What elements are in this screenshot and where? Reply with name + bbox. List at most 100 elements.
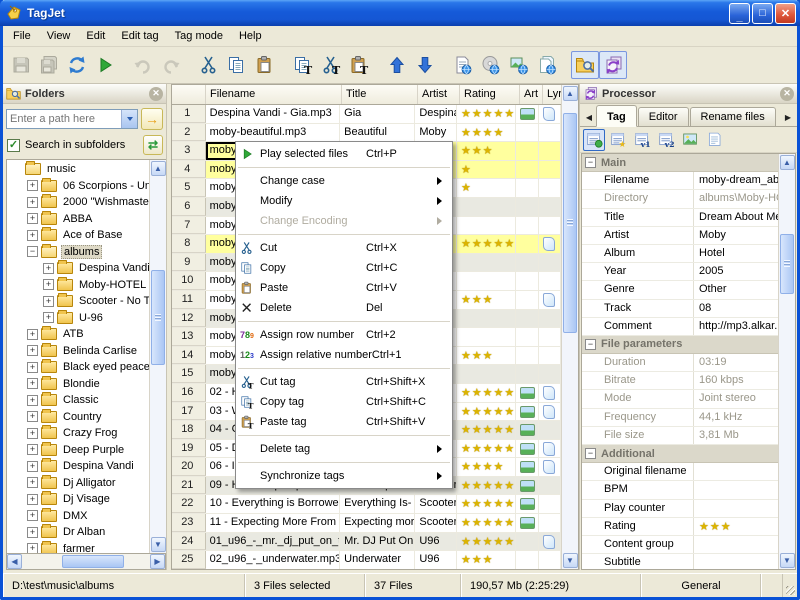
processor-panel-toggle-icon[interactable] <box>599 51 627 79</box>
cell-ar[interactable]: U96 <box>415 551 457 569</box>
cell-lyr[interactable] <box>539 142 561 160</box>
context-menu-item-paste-tag[interactable]: TPaste tagCtrl+Shift+V <box>236 412 452 432</box>
cell-art[interactable] <box>516 495 539 513</box>
tree-expander-icon[interactable]: + <box>27 444 38 455</box>
list-vertical-scrollbar[interactable]: ▲ ▼ <box>561 85 578 569</box>
cell-rt[interactable]: ★★★ <box>457 142 516 160</box>
tree-expander-icon[interactable]: + <box>27 378 38 389</box>
cell-art[interactable] <box>516 235 539 253</box>
cell-lyr[interactable] <box>539 384 561 402</box>
paste-icon[interactable] <box>251 51 279 79</box>
property-value[interactable]: ★★★ <box>694 518 778 535</box>
play-icon[interactable] <box>91 51 119 79</box>
property-value[interactable] <box>694 536 778 553</box>
tree-vertical-scrollbar[interactable]: ▲ ▼ <box>149 160 166 553</box>
tree-item-despina-vandi[interactable]: +Despina Vandi <box>7 260 149 277</box>
cell-rt[interactable]: ★ <box>457 179 516 197</box>
cell-ar[interactable]: Despina <box>415 105 457 123</box>
cell-rt[interactable]: ★★★★★ <box>457 235 516 253</box>
cell-art[interactable] <box>516 551 539 569</box>
web-art-icon[interactable] <box>505 51 533 79</box>
cell-rt[interactable]: ★★★★★ <box>457 105 516 123</box>
cell-rt[interactable]: ★★★★★ <box>457 421 516 439</box>
cell-art[interactable] <box>516 217 539 235</box>
tag-v1-icon[interactable]: v1 <box>631 129 653 151</box>
cell-ti[interactable]: Mr. DJ Put On <box>340 533 415 551</box>
cell-lyr[interactable] <box>539 272 561 290</box>
processor-panel-close-icon[interactable]: ✕ <box>780 87 794 101</box>
lyrics-icon[interactable] <box>703 129 725 151</box>
cell-art[interactable] <box>516 440 539 458</box>
cell-rt[interactable]: ★★★★★ <box>457 514 516 532</box>
cell-rt[interactable]: ★★★ <box>457 551 516 569</box>
property-value[interactable]: Dream About Me <box>694 209 778 226</box>
cell-art[interactable] <box>516 458 539 476</box>
tree-item-despina-vandi[interactable]: +Despina Vandi <box>7 458 149 475</box>
cell-ar[interactable]: Scooter <box>415 514 457 532</box>
cell-rt[interactable]: ★★★★★ <box>457 533 516 551</box>
tree-item-farmer[interactable]: +farmer <box>7 541 149 554</box>
cell-art[interactable] <box>516 347 539 365</box>
cell-ar[interactable]: Moby <box>415 124 457 142</box>
maximize-button[interactable]: □ <box>752 3 773 24</box>
cell-lyr[interactable] <box>539 235 561 253</box>
property-value[interactable]: Other <box>694 281 778 298</box>
scroll-down-icon[interactable]: ▼ <box>563 553 578 568</box>
cell-rt[interactable] <box>457 328 516 346</box>
tree-expander-icon[interactable]: + <box>27 197 38 208</box>
close-button[interactable]: ✕ <box>775 3 796 24</box>
cell-rt[interactable]: ★ <box>457 161 516 179</box>
tree-expander-icon[interactable]: + <box>27 395 38 406</box>
context-menu-item-change-case[interactable]: Change case <box>236 171 452 191</box>
cell-rt[interactable] <box>457 272 516 290</box>
tree-item-belinda-carlise[interactable]: +Belinda Carlise <box>7 343 149 360</box>
scroll-down-icon[interactable]: ▼ <box>780 553 795 568</box>
cell-rt[interactable]: ★★★ <box>457 291 516 309</box>
cell-rt[interactable]: ★★★★★ <box>457 440 516 458</box>
cell-art[interactable] <box>516 105 539 123</box>
tree-item-abba[interactable]: +ABBA <box>7 211 149 228</box>
property-value[interactable]: Joint stereo <box>694 390 778 407</box>
tree-item-u-96[interactable]: +U-96 <box>7 310 149 327</box>
cell-lyr[interactable] <box>539 179 561 197</box>
cell-ar[interactable]: U96 <box>415 533 457 551</box>
property-value[interactable] <box>694 554 778 569</box>
context-menu-item-assign-relative-number[interactable]: 123Assign relative numberCtrl+1 <box>236 345 452 365</box>
tree-item-atb[interactable]: +ATB <box>7 326 149 343</box>
copy-icon[interactable] <box>223 51 251 79</box>
context-menu-item-copy-tag[interactable]: TCopy tagCtrl+Shift+C <box>236 392 452 412</box>
cell-fn[interactable]: 10 - Everything is Borrowed.n <box>206 495 341 513</box>
grid-scroll-thumb[interactable] <box>780 234 794 294</box>
cell-lyr[interactable] <box>539 291 561 309</box>
cell-lyr[interactable] <box>539 533 561 551</box>
cell-lyr[interactable] <box>539 217 561 235</box>
cell-lyr[interactable] <box>539 477 561 495</box>
tab-rename-files[interactable]: Rename files <box>690 107 776 126</box>
column-header-artist[interactable]: Artist <box>418 85 460 104</box>
cell-art[interactable] <box>516 198 539 216</box>
cell-lyr[interactable] <box>539 458 561 476</box>
group-collapse-icon[interactable]: − <box>585 339 596 350</box>
path-input[interactable] <box>7 111 121 127</box>
cell-lyr[interactable] <box>539 365 561 383</box>
group-collapse-icon[interactable]: − <box>585 157 596 168</box>
property-value[interactable]: 3,81 Mb <box>694 427 778 444</box>
tree-expander-icon[interactable]: + <box>27 230 38 241</box>
cell-ti[interactable]: Beautiful <box>340 124 415 142</box>
folders-panel-toggle-icon[interactable] <box>571 51 599 79</box>
path-dropdown-icon[interactable] <box>121 110 137 128</box>
tree-item-dmx[interactable]: +DMX <box>7 508 149 525</box>
tree-expander-icon[interactable]: + <box>27 510 38 521</box>
cell-lyr[interactable] <box>539 105 561 123</box>
property-value[interactable] <box>694 481 778 498</box>
tree-expander-icon[interactable]: + <box>27 329 38 340</box>
menu-item-view[interactable]: View <box>39 27 79 45</box>
context-menu-item-modify[interactable]: Modify <box>236 191 452 211</box>
menu-item-help[interactable]: Help <box>231 27 270 45</box>
property-group-main[interactable]: −Main <box>582 154 778 172</box>
tree-item-dr-alban[interactable]: +Dr Alban <box>7 524 149 541</box>
cell-art[interactable] <box>516 514 539 532</box>
property-value[interactable]: moby-dream_abou <box>694 172 778 189</box>
tree-item-ace-of-base[interactable]: +Ace of Base <box>7 227 149 244</box>
context-menu-item-delete-tag[interactable]: Delete tag <box>236 439 452 459</box>
